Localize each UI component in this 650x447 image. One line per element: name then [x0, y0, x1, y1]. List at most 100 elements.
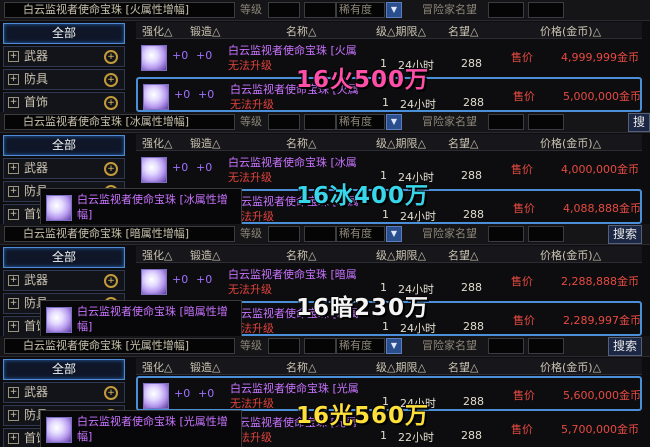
expand-icon[interactable]: +	[8, 321, 19, 332]
category-weapon[interactable]: + 武器 +	[3, 46, 125, 67]
col-price[interactable]: 价格(金币)△	[540, 135, 601, 151]
level-max-input[interactable]	[304, 338, 336, 354]
magnifier-icon[interactable]: +	[104, 274, 118, 288]
fame-min-input[interactable]	[488, 338, 524, 354]
col-level-period[interactable]: 级△期限△	[376, 135, 426, 151]
level-max-input[interactable]	[304, 114, 336, 130]
category-accessory[interactable]: +首饰+	[3, 92, 125, 112]
item-name: 白云监视者使命宝珠 [光属	[230, 382, 359, 395]
price-overlay-caption: 16光560万	[295, 402, 430, 430]
col-enhance[interactable]: 强化△	[142, 247, 172, 263]
level-label: 等级	[240, 227, 262, 240]
rarity-dropdown-icon[interactable]: ▼	[386, 114, 402, 130]
expand-icon[interactable]: +	[8, 97, 19, 108]
col-fame[interactable]: 名望△	[448, 23, 478, 39]
fame-min-input[interactable]	[488, 114, 524, 130]
col-forge[interactable]: 锻造△	[190, 135, 220, 151]
col-enhance[interactable]: 强化△	[142, 359, 172, 375]
level-max-input[interactable]	[304, 2, 336, 18]
category-all[interactable]: 全部	[3, 247, 125, 268]
magnifier-icon[interactable]: +	[104, 162, 118, 176]
level-min-input[interactable]	[268, 2, 300, 18]
fame-max-input[interactable]	[528, 114, 564, 130]
price: 4,000,000金币	[561, 163, 639, 176]
col-price[interactable]: 价格(金币)△	[540, 247, 601, 263]
fame-min-input[interactable]	[488, 2, 524, 18]
magnifier-icon[interactable]: +	[104, 386, 118, 400]
level-max-input[interactable]	[304, 226, 336, 242]
item-tooltip: 白云监视者使命宝珠 [冰属性增幅]	[40, 188, 242, 224]
expand-icon[interactable]: +	[8, 275, 19, 286]
col-fame[interactable]: 名望△	[448, 247, 478, 263]
fame-max-input[interactable]	[528, 226, 564, 242]
expand-icon[interactable]: +	[8, 163, 19, 174]
search-input[interactable]: 白云监视者使命宝珠 [冰属性增幅]	[4, 114, 235, 130]
magnifier-icon[interactable]: +	[104, 50, 118, 64]
expand-icon[interactable]: +	[8, 51, 19, 62]
category-all[interactable]: 全部	[3, 135, 125, 156]
col-price[interactable]: 价格(金币)△	[540, 23, 601, 39]
category-weapon[interactable]: + 武器 +	[3, 270, 125, 291]
price: 4,088,888金币	[563, 202, 641, 215]
expand-icon[interactable]: +	[8, 186, 19, 197]
expand-icon[interactable]: +	[8, 387, 19, 398]
fame-max-input[interactable]	[528, 338, 564, 354]
category-weapon[interactable]: + 武器 +	[3, 158, 125, 179]
rarity-dropdown-icon[interactable]: ▼	[386, 2, 402, 18]
item-tooltip: 白云监视者使命宝珠 [暗属性增幅]	[40, 300, 242, 336]
col-level-period[interactable]: 级△期限△	[376, 359, 426, 375]
level-min-input[interactable]	[268, 114, 300, 130]
search-input[interactable]: 白云监视者使命宝珠 [暗属性增幅]	[4, 226, 235, 242]
fame-max-input[interactable]	[528, 2, 564, 18]
category-all[interactable]: 全部	[3, 23, 125, 44]
magnifier-icon[interactable]: +	[104, 96, 118, 110]
col-forge[interactable]: 锻造△	[190, 23, 220, 39]
col-name[interactable]: 名称△	[286, 359, 316, 375]
rarity-dropdown-icon[interactable]: ▼	[386, 226, 402, 242]
search-input[interactable]: 白云监视者使命宝珠 [光属性增幅]	[4, 338, 235, 354]
col-forge[interactable]: 锻造△	[190, 247, 220, 263]
rarity-select[interactable]: 稀有度	[336, 338, 385, 354]
rarity-select[interactable]: 稀有度	[336, 114, 385, 130]
search-bar: 白云监视者使命宝珠 [冰属性增幅] 等级 稀有度 ▼ 冒险家名望 搜	[0, 112, 650, 133]
expand-icon[interactable]: +	[8, 74, 19, 85]
col-fame[interactable]: 名望△	[448, 135, 478, 151]
col-enhance[interactable]: 强化△	[142, 23, 172, 39]
search-button[interactable]: 搜索	[608, 337, 643, 356]
category-armor[interactable]: +防具+	[3, 69, 125, 90]
search-input[interactable]: 白云监视者使命宝珠 [火属性增幅]	[4, 2, 235, 18]
item-name: 白云监视者使命宝珠 [火属	[228, 44, 357, 57]
search-button[interactable]: 搜索	[608, 225, 643, 244]
col-level-period[interactable]: 级△期限△	[376, 23, 426, 39]
rarity-select[interactable]: 稀有度	[336, 226, 385, 242]
col-price[interactable]: 价格(金币)△	[540, 359, 601, 375]
category-weapon[interactable]: + 武器 +	[3, 382, 125, 403]
tooltip-text: 白云监视者使命宝珠 [暗属性增幅]	[77, 305, 228, 333]
category-all[interactable]: 全部	[3, 359, 125, 380]
col-name[interactable]: 名称△	[286, 135, 316, 151]
tooltip-text: 白云监视者使命宝珠 [光属性增幅]	[77, 415, 228, 443]
level-min-input[interactable]	[268, 226, 300, 242]
fame-min-input[interactable]	[488, 226, 524, 242]
rarity-select[interactable]: 稀有度	[336, 2, 385, 18]
col-forge[interactable]: 锻造△	[190, 359, 220, 375]
expand-icon[interactable]: +	[8, 410, 19, 421]
col-fame[interactable]: 名望△	[448, 359, 478, 375]
col-name[interactable]: 名称△	[286, 23, 316, 39]
auction-panel-fire: 白云监视者使命宝珠 [火属性增幅] 等级 稀有度 ▼ 冒险家名望 全部 + 武器 +…	[0, 0, 650, 112]
auction-panel-dark: 白云监视者使命宝珠 [暗属性增幅] 等级 稀有度 ▼ 冒险家名望 搜索 全部 +…	[0, 224, 650, 336]
level-min-input[interactable]	[268, 338, 300, 354]
magnifier-icon[interactable]: +	[104, 73, 118, 87]
col-name[interactable]: 名称△	[286, 247, 316, 263]
expand-icon[interactable]: +	[8, 209, 19, 220]
orb-item-icon	[141, 45, 167, 71]
search-button[interactable]: 搜	[628, 113, 650, 132]
rarity-dropdown-icon[interactable]: ▼	[386, 338, 402, 354]
expand-icon[interactable]: +	[8, 298, 19, 309]
expand-icon[interactable]: +	[8, 433, 19, 444]
col-level-period[interactable]: 级△期限△	[376, 247, 426, 263]
item-tooltip: 白云监视者使命宝珠 [光属性增幅]	[40, 410, 242, 447]
orb-item-icon	[141, 269, 167, 295]
orb-item-icon	[143, 84, 169, 110]
col-enhance[interactable]: 强化△	[142, 135, 172, 151]
